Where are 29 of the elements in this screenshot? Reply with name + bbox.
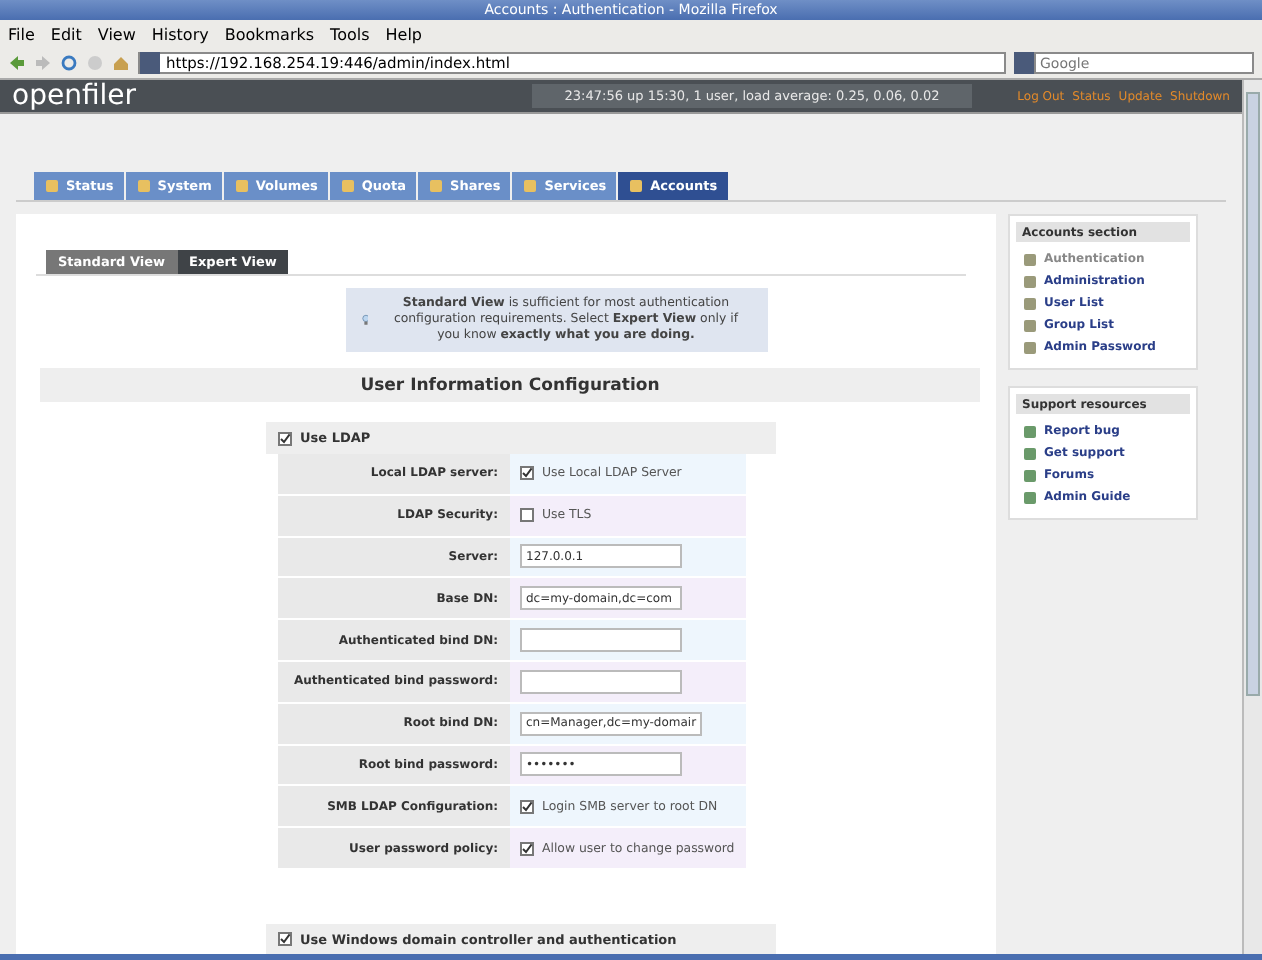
tab-icon <box>135 178 152 194</box>
checkbox[interactable] <box>520 799 534 814</box>
tab-icon <box>339 178 356 194</box>
home-icon[interactable] <box>112 54 130 72</box>
checkbox[interactable] <box>278 431 292 445</box>
tab-icon <box>233 178 250 194</box>
section-title: User Information Configuration <box>40 368 980 402</box>
input-field[interactable] <box>520 628 682 653</box>
tab-icon <box>44 178 60 194</box>
checkbox[interactable] <box>520 466 534 481</box>
tab-icon <box>522 178 539 194</box>
input-field[interactable] <box>520 669 682 694</box>
tab-icon <box>428 178 445 194</box>
back-icon[interactable] <box>8 54 26 72</box>
forward-icon[interactable] <box>34 54 52 72</box>
menu-item[interactable]: Bookmarks <box>224 25 315 43</box>
menu-item[interactable]: View <box>97 25 136 43</box>
menu-item[interactable]: File <box>8 25 35 43</box>
checkbox[interactable] <box>520 508 534 523</box>
menu-item[interactable]: Tools <box>330 25 370 43</box>
menu-item[interactable]: History <box>151 25 209 43</box>
logo: openfiler <box>12 80 139 112</box>
tab-icon <box>628 178 645 194</box>
menu-item[interactable]: Help <box>385 25 423 43</box>
scrollbar[interactable] <box>1242 80 1262 954</box>
menu-item[interactable]: Edit <box>50 25 82 43</box>
checkbox[interactable] <box>278 932 292 947</box>
reload-icon[interactable] <box>60 54 78 72</box>
checkbox[interactable] <box>520 841 534 856</box>
